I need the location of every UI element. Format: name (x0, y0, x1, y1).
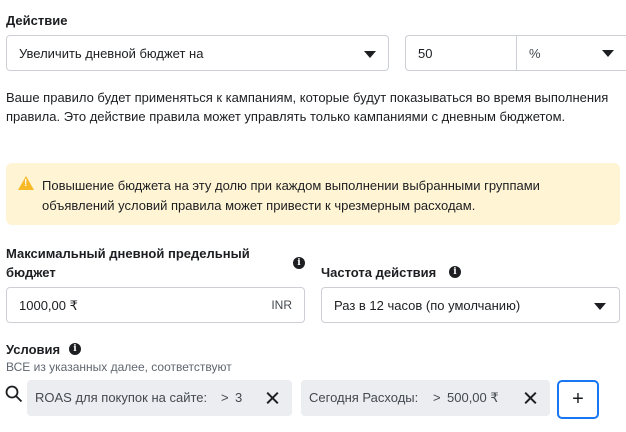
unit-select[interactable]: % (517, 36, 626, 70)
frequency-select[interactable]: Раз в 12 часов (по умолчанию) (321, 287, 620, 323)
frequency-label: Частота действия (321, 265, 437, 280)
unit-select-value: % (529, 46, 541, 61)
conditions-title: Условия (6, 342, 61, 357)
chevron-down-icon (594, 303, 606, 310)
action-description: Ваше правило будет применяться к кампани… (6, 90, 609, 124)
condition-metric: ROAS для покупок на сайте: (35, 390, 208, 405)
info-icon[interactable]: i (449, 266, 461, 278)
currency-label: INR (271, 298, 292, 312)
frequency-select-value: Раз в 12 часов (по умолчанию) (334, 298, 521, 313)
chevron-down-icon (602, 50, 614, 57)
close-icon[interactable] (252, 380, 292, 416)
action-title: Действие (6, 13, 68, 28)
condition-chip[interactable]: ROAS для покупок на сайте: > 3 (27, 380, 292, 416)
condition-metric: Сегодня Расходы: (309, 390, 419, 405)
info-icon[interactable]: i (69, 343, 81, 355)
max-budget-input[interactable]: 1000,00 ₹ INR (6, 287, 305, 323)
condition-value: 3 (235, 390, 243, 405)
action-select[interactable]: Увеличить дневной бюджет на (6, 35, 389, 71)
condition-chip[interactable]: Сегодня Расходы: > 500,00 ₹ (301, 380, 550, 416)
conditions-subtitle: ВСЕ из указанных далее, соответствуют (6, 360, 232, 374)
warning-text: Повышение бюджета на эту долю при каждом… (42, 178, 540, 213)
amount-input[interactable]: 50 (418, 46, 432, 61)
condition-operator: > (433, 390, 441, 405)
search-icon (5, 385, 23, 403)
info-icon[interactable]: i (293, 257, 305, 269)
warning-banner: ! Повышение бюджета на эту долю при кажд… (6, 163, 620, 225)
max-budget-label: Максимальный дневной предельный бюджет (6, 246, 250, 280)
add-condition-button[interactable]: + (557, 380, 599, 419)
chevron-down-icon (364, 51, 376, 58)
action-select-value: Увеличить дневной бюджет на (19, 46, 204, 61)
amount-group: 50 % (405, 35, 626, 71)
condition-operator: > (221, 390, 229, 405)
max-budget-value: 1000,00 ₹ (19, 298, 78, 313)
condition-value: 500,00 ₹ (447, 390, 499, 405)
add-label: + (572, 388, 584, 410)
close-icon[interactable] (510, 380, 550, 416)
